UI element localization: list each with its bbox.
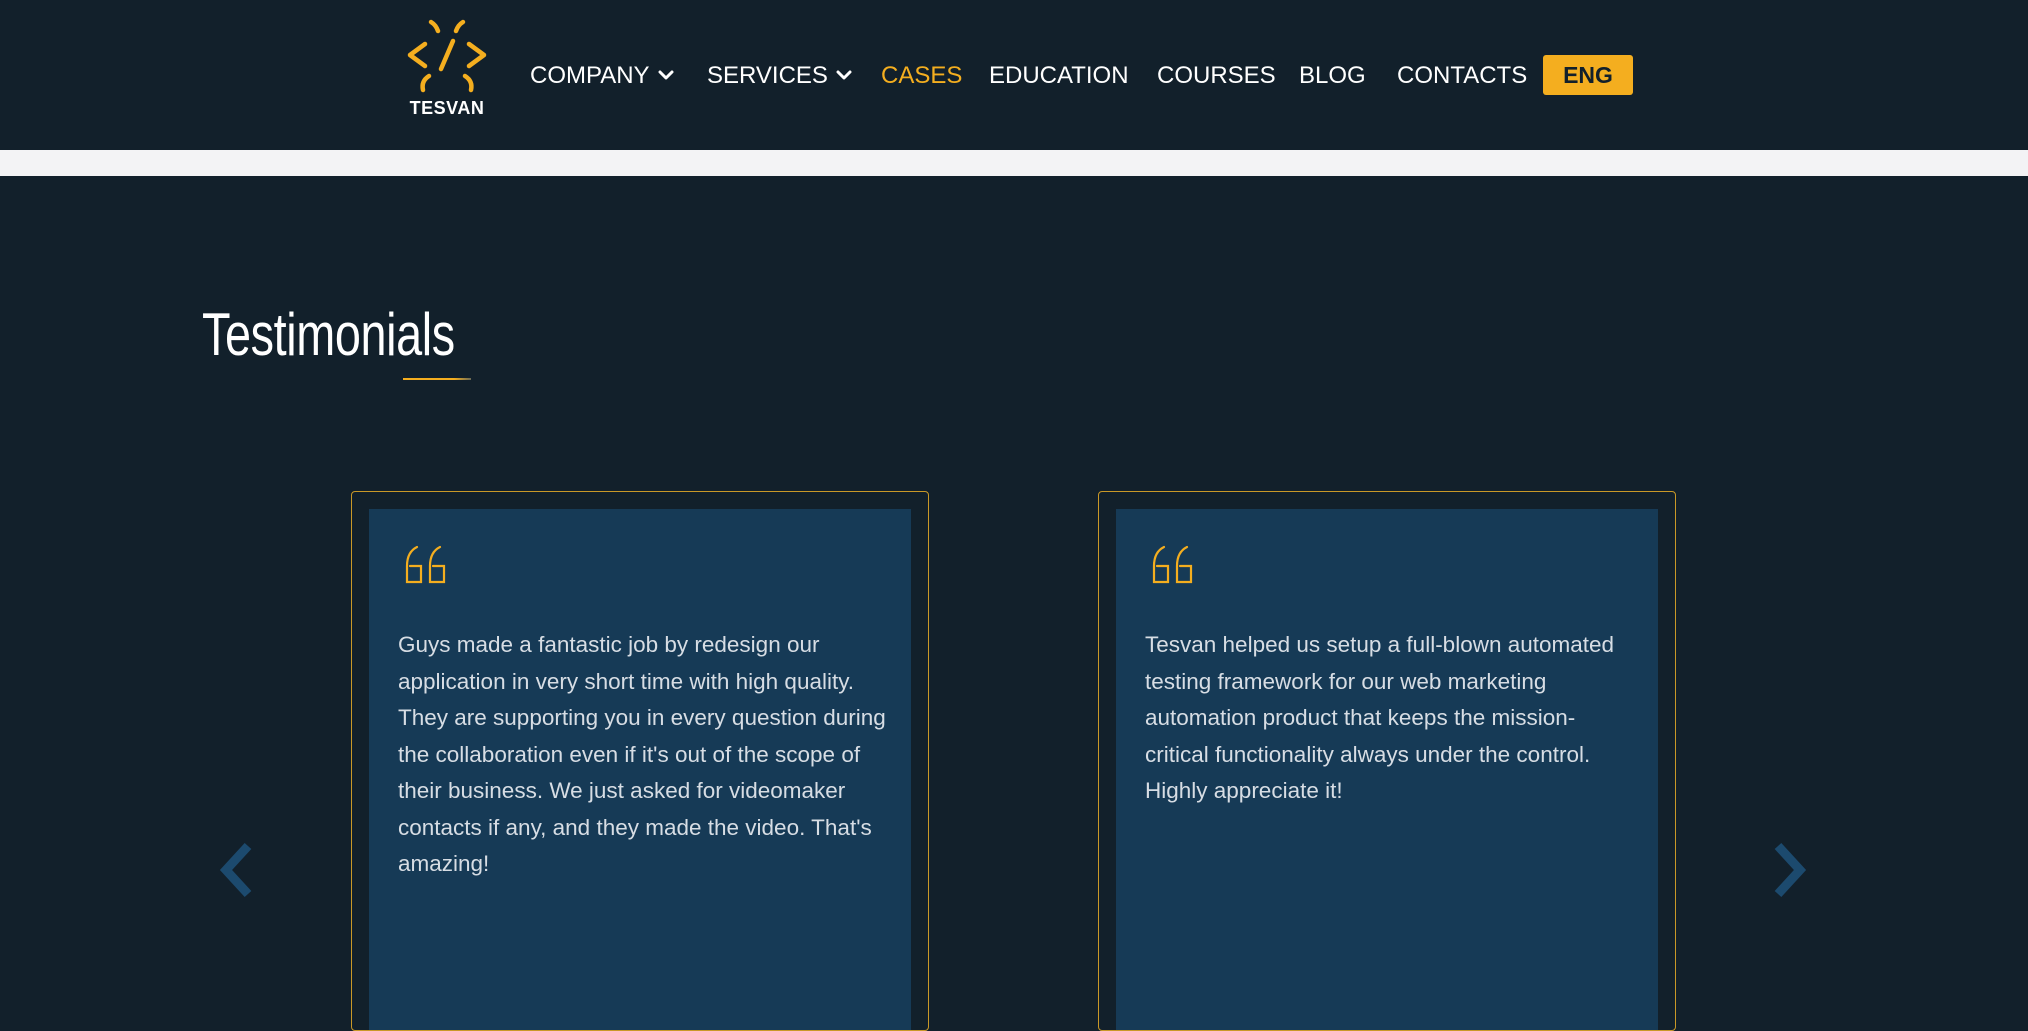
site-header: TESVAN COMPANY SERVICES CASES EDUCATION … bbox=[0, 0, 2028, 150]
carousel-prev-button[interactable] bbox=[214, 840, 258, 900]
nav-services[interactable]: SERVICES bbox=[707, 56, 852, 96]
testimonial-card-body: Guys made a fantastic job by redesign ou… bbox=[369, 509, 911, 1030]
quote-icon bbox=[405, 545, 446, 584]
chevron-down-icon bbox=[658, 70, 674, 80]
quote-icon bbox=[1152, 545, 1193, 584]
nav-services-label: SERVICES bbox=[707, 62, 828, 89]
nav-courses[interactable]: COURSES bbox=[1157, 56, 1276, 96]
divider-strip bbox=[0, 150, 2028, 176]
chevron-down-icon bbox=[836, 70, 852, 80]
testimonial-text: Tesvan helped us setup a full-blown auto… bbox=[1145, 632, 1615, 803]
nav-education[interactable]: EDUCATION bbox=[989, 56, 1129, 96]
nav-company-label: COMPANY bbox=[530, 62, 650, 89]
nav-contacts[interactable]: CONTACTS bbox=[1397, 56, 1527, 96]
testimonial-card: Tesvan helped us setup a full-blown auto… bbox=[1098, 491, 1676, 1031]
testimonial-card-body: Tesvan helped us setup a full-blown auto… bbox=[1116, 509, 1658, 1030]
testimonial-text: Guys made a fantastic job by redesign ou… bbox=[398, 632, 886, 876]
tesvan-logo[interactable]: TESVAN bbox=[402, 16, 492, 120]
code-brackets-logo-icon bbox=[407, 19, 487, 93]
language-button[interactable]: ENG bbox=[1543, 55, 1633, 95]
testimonial-card: Guys made a fantastic job by redesign ou… bbox=[351, 491, 929, 1031]
nav-company[interactable]: COMPANY bbox=[530, 56, 674, 96]
chevron-right-icon bbox=[1774, 842, 1807, 898]
title-underline bbox=[403, 378, 471, 380]
carousel-next-button[interactable] bbox=[1768, 840, 1812, 900]
section-title: Testimonials bbox=[202, 301, 455, 368]
nav-cases[interactable]: CASES bbox=[881, 56, 962, 96]
logo-text: TESVAN bbox=[409, 98, 485, 118]
nav-blog[interactable]: BLOG bbox=[1299, 56, 1366, 96]
chevron-left-icon bbox=[219, 842, 252, 898]
